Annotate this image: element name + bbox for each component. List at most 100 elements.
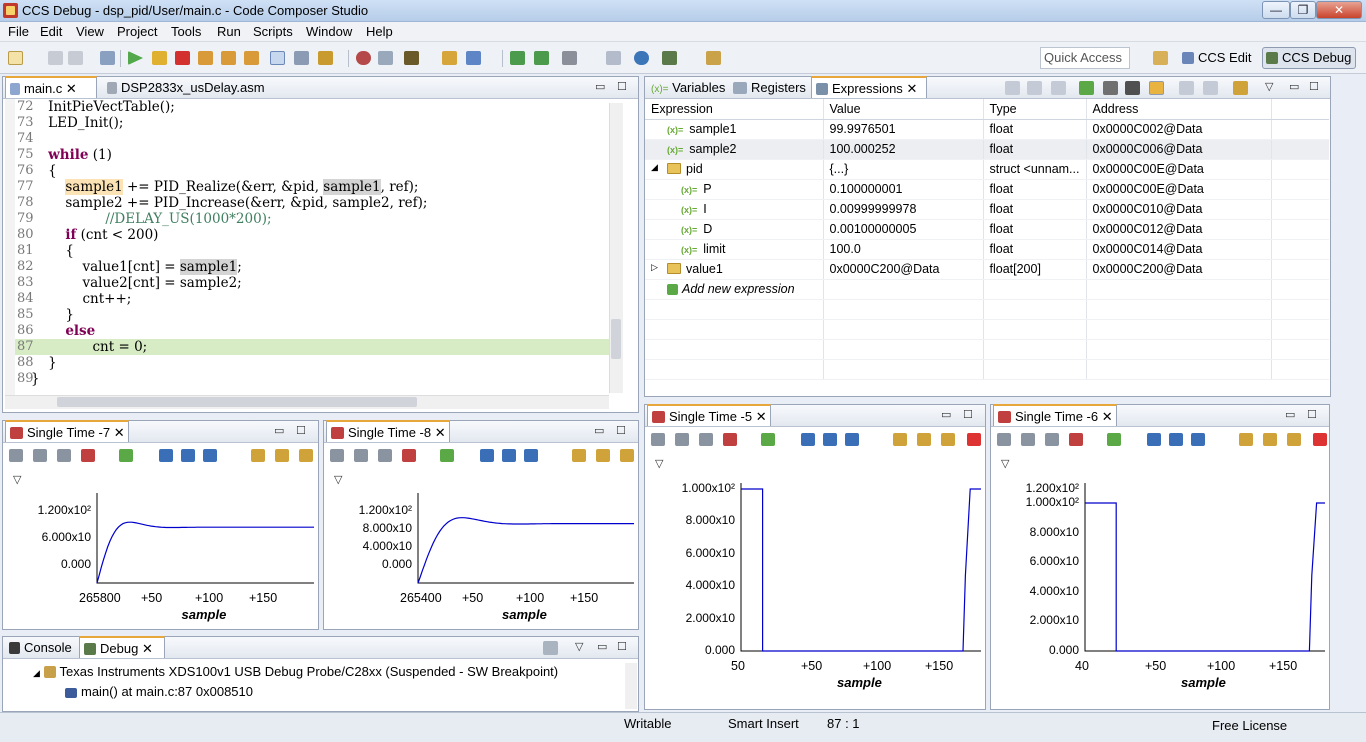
tools-icon[interactable] [562, 51, 577, 65]
code-line[interactable]: 79 //DELAY_US(1000*200); [3, 211, 609, 227]
code-line[interactable]: 84 cnt++; [3, 291, 609, 307]
code-line[interactable]: 77 sample1 += PID_Realize(&err, &pid, sa… [3, 179, 609, 195]
expand-arrow-icon[interactable]: ▷ [651, 262, 658, 273]
cell-value[interactable]: 0x0000C200@Data [823, 259, 984, 280]
code-line[interactable]: 72 InitPieVectTable(); [3, 99, 609, 115]
close-icon[interactable]: ✕ [142, 641, 153, 656]
expression-row[interactable]: (x)= I 0.00999999978 float 0x0000C010@Data [645, 199, 1329, 220]
continuous-refresh-icon[interactable] [1149, 81, 1164, 95]
instruction-step-icon[interactable] [270, 51, 285, 65]
tab-expressions[interactable]: Expressions ✕ [811, 76, 927, 98]
close-icon[interactable]: ✕ [906, 81, 917, 96]
cell-value[interactable]: 0.100000001 [823, 179, 984, 200]
code-line[interactable]: 88 } [3, 355, 609, 371]
expression-row[interactable]: ◢ pid {...} struct <unnam... 0x0000C00E@Data [645, 159, 1329, 180]
collapse-arrow-icon[interactable]: ◢ [651, 162, 658, 173]
maximize-view-icon[interactable]: ☐ [1309, 80, 1319, 93]
open-perspective-icon[interactable] [1153, 51, 1168, 65]
new-view-icon[interactable] [1179, 81, 1194, 95]
vertical-scroll-thumb[interactable] [611, 319, 621, 359]
menu-view[interactable]: View [76, 24, 104, 39]
build-icon[interactable] [466, 51, 481, 65]
breakpoint-icon[interactable] [356, 51, 371, 65]
new-icon[interactable] [8, 51, 23, 65]
menu-window[interactable]: Window [306, 24, 352, 39]
expression-row[interactable]: (x)= sample1 99.9976501 float 0x0000C002@Dat… [645, 119, 1329, 140]
code-line[interactable]: 82 value1[cnt] = sample1; [3, 259, 609, 275]
terminate-icon[interactable] [175, 51, 190, 65]
menu-project[interactable]: Project [117, 24, 157, 39]
code-line[interactable]: 76 { [3, 163, 609, 179]
resume-icon[interactable] [128, 51, 143, 65]
minimize-view-icon[interactable]: ▭ [597, 640, 607, 653]
tab-main-c[interactable]: main.c ✕ [5, 76, 97, 98]
expression-row[interactable]: (x)= limit 100.0 float 0x0000C014@Data [645, 239, 1329, 260]
maximize-button[interactable]: ❐ [1290, 1, 1316, 19]
wand-icon[interactable] [706, 51, 721, 65]
remove-expression-icon[interactable] [1103, 81, 1118, 95]
perspective-ccs-debug[interactable]: CCS Debug [1262, 47, 1356, 69]
refresh-icon[interactable] [1233, 81, 1248, 95]
column-value[interactable]: Value [823, 99, 984, 120]
menu-edit[interactable]: Edit [40, 24, 62, 39]
maximize-view-icon[interactable]: ☐ [617, 640, 627, 653]
code-line[interactable]: 83 value2[cnt] = sample2; [3, 275, 609, 291]
expression-row[interactable]: (x)= D 0.00100000005 float 0x0000C012@Data [645, 219, 1329, 240]
step-into-icon[interactable] [198, 51, 213, 65]
code-area[interactable]: 72 InitPieVectTable(); 73 LED_Init(); 74 75… [3, 99, 611, 471]
column-type[interactable]: Type [983, 99, 1087, 120]
expression-row[interactable]: ▷ value1 0x0000C200@Data float[200] 0x0000C2… [645, 259, 1329, 280]
menu-run[interactable]: Run [217, 24, 241, 39]
code-line[interactable]: 87 cnt = 0; [13, 339, 609, 355]
expand-icon[interactable] [1027, 81, 1042, 95]
step-icon[interactable] [510, 51, 525, 65]
export-icon[interactable] [1203, 81, 1218, 95]
reset-icon[interactable] [294, 51, 309, 65]
add-expression-row[interactable]: Add new expression [645, 279, 1329, 300]
view-menu-icon[interactable]: ▽ [1265, 80, 1273, 93]
expression-row[interactable]: (x)= P 0.100000001 float 0x0000C00E@Data [645, 179, 1329, 200]
minimize-view-icon[interactable]: ▭ [1289, 80, 1299, 93]
restart-icon[interactable] [442, 51, 457, 65]
maximize-view-icon[interactable]: ☐ [617, 80, 627, 93]
tab-debug[interactable]: Debug ✕ [79, 636, 165, 658]
tab-variables[interactable]: (x)= Variables [647, 77, 727, 99]
skip-breakpoints-icon[interactable] [378, 51, 393, 65]
cell-expression[interactable]: (x)= D [645, 219, 824, 240]
remove-all-icon[interactable] [1125, 81, 1140, 95]
load-program-icon[interactable] [318, 51, 333, 65]
expression-row[interactable]: (x)= sample2 100.000252 float 0x0000C006@Dat… [645, 139, 1329, 160]
tab-usdelay-asm[interactable]: DSP2833x_usDelay.asm [103, 77, 303, 99]
cell-expression[interactable]: (x)= I [645, 199, 824, 220]
debug-bug-icon[interactable] [404, 51, 419, 65]
gear-icon[interactable] [662, 51, 677, 65]
menu-file[interactable]: File [8, 24, 29, 39]
cell-expression[interactable]: (x)= sample1 [645, 119, 824, 140]
menu-scripts[interactable]: Scripts [253, 24, 293, 39]
menu-help[interactable]: Help [366, 24, 393, 39]
code-line[interactable]: 85 } [3, 307, 609, 323]
view-icon[interactable] [606, 51, 621, 65]
close-window-button[interactable]: ✕ [1316, 1, 1362, 19]
code-line[interactable]: 75 while (1) [3, 147, 609, 163]
code-line[interactable]: 74 [3, 131, 609, 147]
code-line[interactable]: 73 LED_Init(); [3, 115, 609, 131]
code-line[interactable]: 86 else [3, 323, 609, 339]
code-line[interactable]: 89} [3, 371, 609, 387]
add-expression-icon[interactable] [1079, 81, 1094, 95]
code-line[interactable]: 81 { [3, 243, 609, 259]
suspend-icon[interactable] [152, 51, 167, 65]
cell-value[interactable]: 99.9976501 [823, 119, 984, 140]
remove-launches-icon[interactable] [543, 641, 558, 655]
horizontal-scroll-thumb[interactable] [57, 397, 417, 407]
cell-value[interactable]: 100.000252 [823, 139, 984, 160]
step-return-icon[interactable] [244, 51, 259, 65]
cell-value[interactable]: 0.00100000005 [823, 219, 984, 240]
print-icon[interactable] [100, 51, 115, 65]
cell-expression[interactable]: (x)= limit [645, 239, 824, 260]
save-icon[interactable] [48, 51, 63, 65]
column-expression[interactable]: Expression [645, 99, 824, 120]
debug-scrollbar[interactable] [625, 663, 637, 709]
cell-value[interactable]: 0.00999999978 [823, 199, 984, 220]
step-over-icon[interactable] [221, 51, 236, 65]
